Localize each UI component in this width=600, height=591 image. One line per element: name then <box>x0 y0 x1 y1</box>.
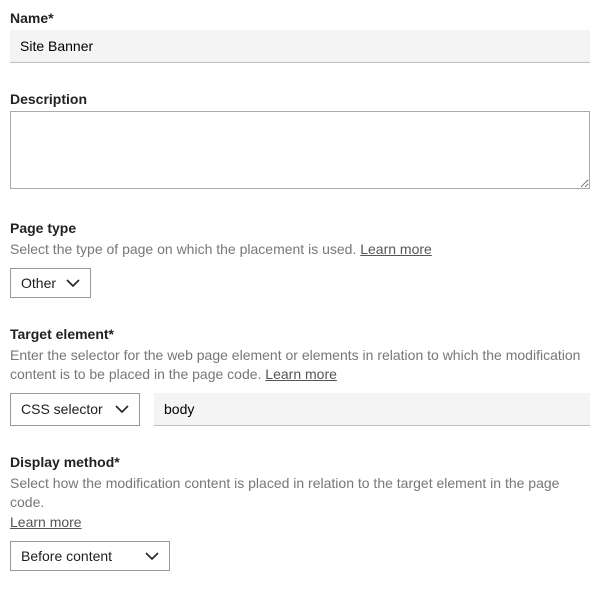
page-type-learn-more-link[interactable]: Learn more <box>360 241 432 257</box>
selector-type-value: CSS selector <box>21 401 103 417</box>
description-textarea[interactable] <box>10 111 590 189</box>
display-method-learn-more-link[interactable]: Learn more <box>10 514 82 530</box>
display-method-select[interactable]: Before content <box>10 541 170 571</box>
chevron-down-icon <box>145 551 159 561</box>
selector-value-input[interactable] <box>154 393 590 426</box>
display-method-group: Display method* Select how the modificat… <box>10 454 590 571</box>
page-type-group: Page type Select the type of page on whi… <box>10 220 590 298</box>
page-type-label: Page type <box>10 220 590 236</box>
name-input[interactable] <box>10 30 590 63</box>
description-group: Description <box>10 91 590 192</box>
name-group: Name* <box>10 10 590 63</box>
chevron-down-icon <box>115 404 129 414</box>
page-type-select[interactable]: Other <box>10 268 91 298</box>
display-method-value: Before content <box>21 548 112 564</box>
target-element-learn-more-link[interactable]: Learn more <box>265 366 337 382</box>
description-label: Description <box>10 91 590 107</box>
chevron-down-icon <box>66 278 80 288</box>
display-method-hint-text: Select how the modification content is p… <box>10 475 559 511</box>
display-method-hint: Select how the modification content is p… <box>10 474 590 533</box>
page-type-select-value: Other <box>21 275 56 291</box>
target-element-group: Target element* Enter the selector for t… <box>10 326 590 426</box>
target-element-hint: Enter the selector for the web page elem… <box>10 346 590 385</box>
target-element-label: Target element* <box>10 326 590 342</box>
display-method-label: Display method* <box>10 454 590 470</box>
page-type-hint: Select the type of page on which the pla… <box>10 240 590 260</box>
page-type-hint-text: Select the type of page on which the pla… <box>10 241 360 257</box>
selector-type-select[interactable]: CSS selector <box>10 393 140 426</box>
name-label: Name* <box>10 10 590 26</box>
